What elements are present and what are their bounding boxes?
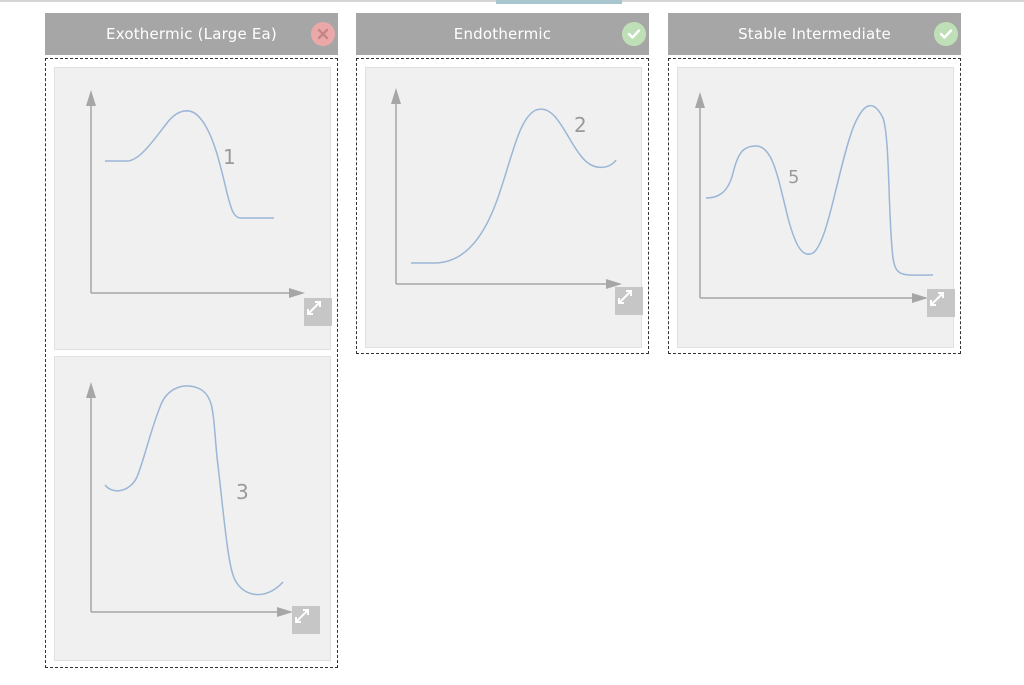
column-exothermic: Exothermic (Large Ea) 1 3 [45,13,338,668]
drop-zone[interactable]: 2 [356,58,649,354]
graph-card[interactable]: 2 [365,67,643,348]
graph-card[interactable]: 3 [54,356,331,661]
column-title: Exothermic (Large Ea) [106,25,277,43]
column-endothermic: Endothermic 2 [356,13,649,354]
top-tab-indicator [496,0,622,4]
expand-icon[interactable] [292,606,320,634]
energy-diagram: 5 [695,92,934,303]
column-header: Endothermic [356,13,649,55]
check-circle-icon [622,22,646,46]
card-number: 2 [574,113,587,137]
expand-icon[interactable] [615,287,643,315]
card-number: 5 [788,167,799,188]
column-header: Stable Intermediate [668,13,961,55]
column-header: Exothermic (Large Ea) [45,13,338,55]
energy-diagram: 3 [86,382,293,617]
column-stable-intermediate: Stable Intermediate 5 [668,13,961,354]
x-circle-icon [311,22,335,46]
check-circle-icon [934,22,958,46]
graph-card[interactable]: 5 [677,67,955,348]
energy-diagram: 2 [391,88,622,289]
expand-icon[interactable] [304,298,332,326]
card-number: 3 [236,480,249,504]
drop-zone[interactable]: 1 3 [45,58,338,668]
drop-zone[interactable]: 5 [668,58,961,354]
energy-diagram: 1 [86,90,305,298]
graph-card[interactable]: 1 [54,67,332,350]
card-number: 1 [223,145,236,169]
column-title: Endothermic [453,25,552,43]
column-title: Stable Intermediate [738,25,891,43]
expand-icon[interactable] [927,289,955,317]
